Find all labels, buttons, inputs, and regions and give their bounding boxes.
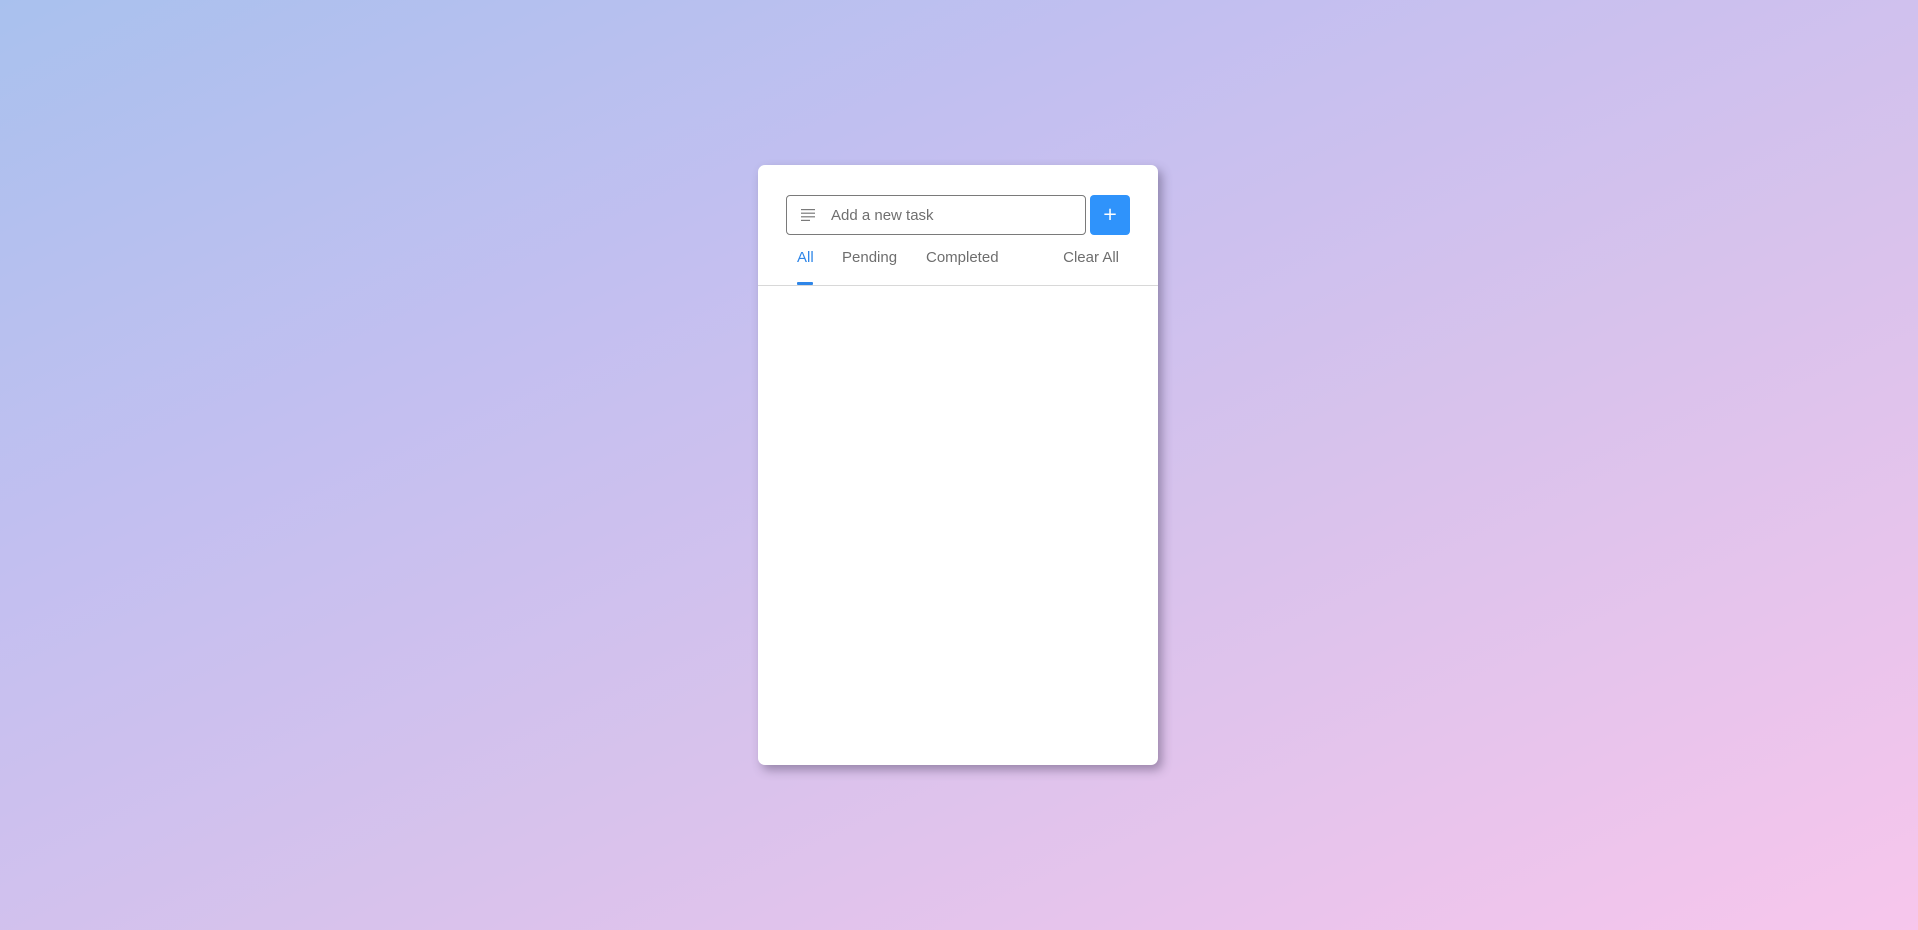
task-input[interactable] — [831, 196, 1079, 234]
todo-card: + All Pending Completed Clear All — [758, 165, 1158, 765]
task-input-box[interactable] — [786, 195, 1086, 235]
tab-all[interactable]: All — [797, 249, 814, 266]
task-list — [758, 286, 1158, 765]
menu-lines-icon — [801, 209, 815, 221]
tab-pending[interactable]: Pending — [842, 249, 897, 266]
clear-all-button[interactable]: Clear All — [1063, 249, 1119, 266]
add-task-button[interactable]: + — [1090, 195, 1130, 235]
filter-tabs: All Pending Completed Clear All — [758, 239, 1158, 286]
active-tab-indicator — [797, 282, 813, 285]
task-input-row: + — [786, 195, 1130, 235]
tab-completed[interactable]: Completed — [926, 249, 999, 266]
